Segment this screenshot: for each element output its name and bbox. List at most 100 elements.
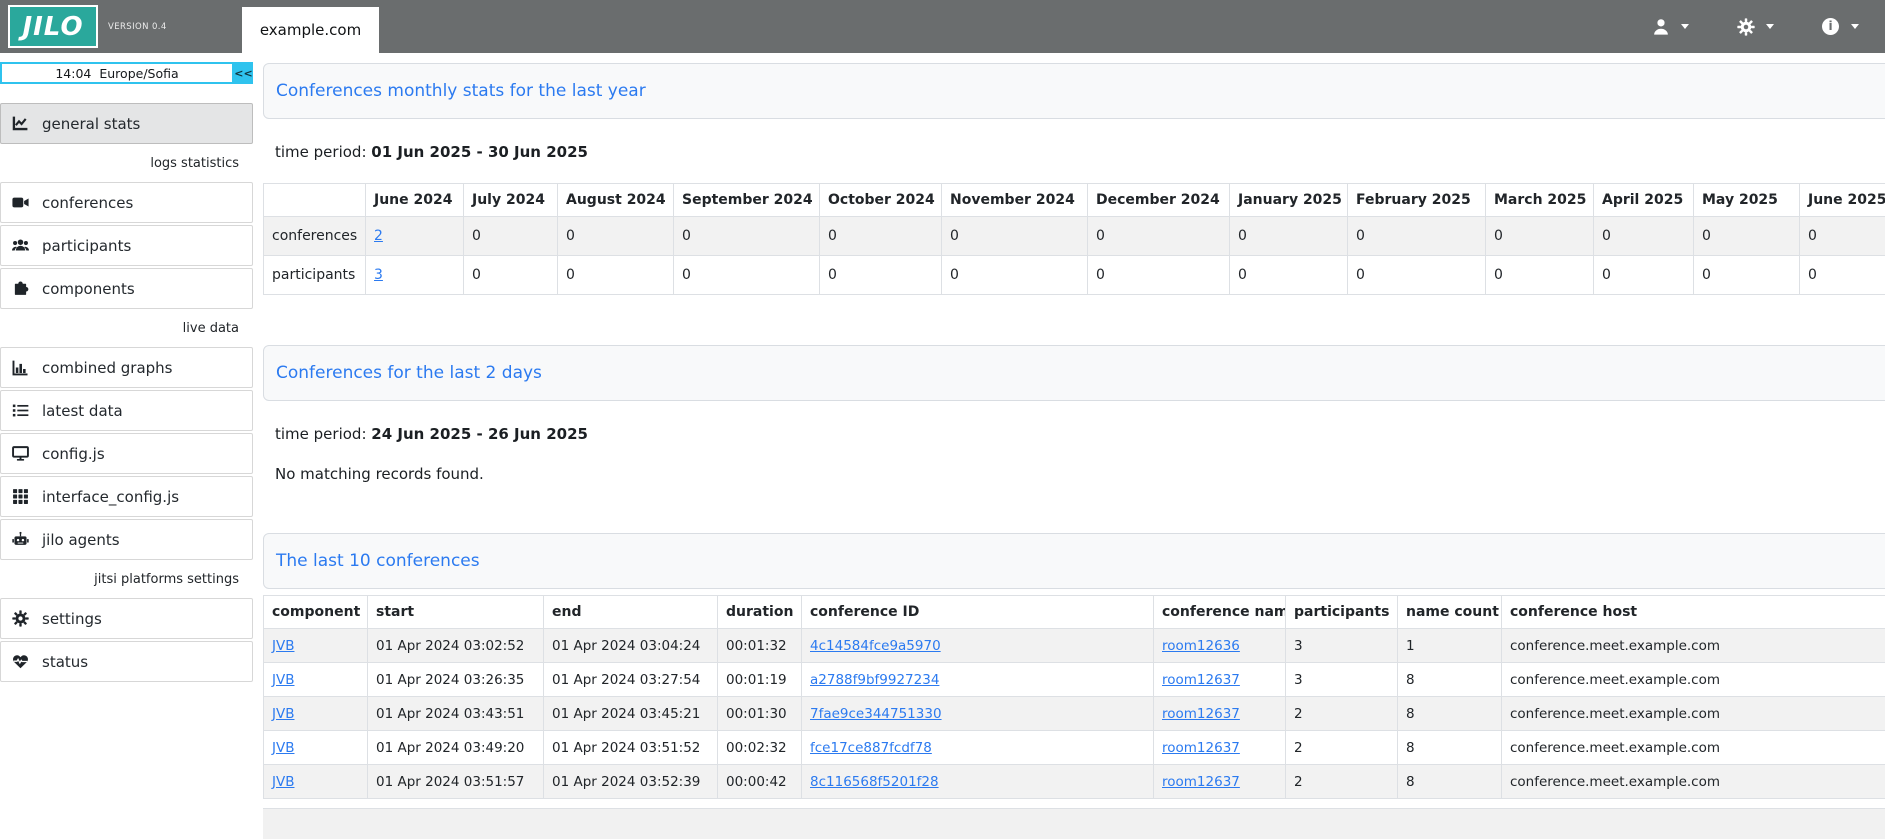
jilo-logo[interactable]: JILO	[8, 5, 98, 48]
platform-tab[interactable]: example.com	[242, 7, 379, 53]
sidebar-item-components[interactable]: components	[0, 268, 253, 309]
panel-monthly-stats-header[interactable]: Conferences monthly stats for the last y…	[263, 63, 1885, 119]
table-cell: 0	[558, 256, 674, 295]
main-content: Conferences monthly stats for the last y…	[253, 53, 1885, 839]
time-period-last-2-days: time period: 24 Jun 2025 - 26 Jun 2025	[275, 425, 1885, 443]
start-cell: 01 Apr 2024 03:26:35	[368, 663, 544, 697]
column-header-december-2024: December 2024	[1088, 184, 1230, 217]
clock-text: 14:04	[55, 66, 91, 81]
conference-name-link[interactable]: room12637	[1162, 706, 1240, 722]
table-cell: 0	[1694, 217, 1800, 256]
conferences-count-link[interactable]: 2	[374, 228, 383, 244]
sidebar-section-live-data: live data	[0, 313, 253, 343]
start-cell: 01 Apr 2024 03:43:51	[368, 697, 544, 731]
end-cell: 01 Apr 2024 03:45:21	[544, 697, 718, 731]
row-label: participants	[264, 256, 366, 295]
user-menu[interactable]	[1652, 18, 1689, 36]
sidebar-item-settings[interactable]: settings	[0, 598, 253, 639]
sidebar-item-participants[interactable]: participants	[0, 225, 253, 266]
column-header-empty	[264, 184, 366, 217]
column-header-end: end	[544, 596, 718, 629]
sidebar: 14:04 Europe/Sofia << general stats logs …	[0, 53, 253, 839]
table-cell: 0	[464, 217, 558, 256]
sidebar-item-label: general stats	[42, 115, 140, 133]
column-header-february-2025: February 2025	[1348, 184, 1486, 217]
table-cell: 0	[674, 217, 820, 256]
name-count-cell: 8	[1398, 731, 1502, 765]
sidebar-item-conferences[interactable]: conferences	[0, 182, 253, 223]
conference-name-cell: room12637	[1154, 697, 1286, 731]
time-display: 14:04 Europe/Sofia	[0, 62, 234, 84]
conference-name-cell: room12637	[1154, 765, 1286, 799]
conference-name-link[interactable]: room12636	[1162, 638, 1240, 654]
name-count-cell: 8	[1398, 697, 1502, 731]
info-menu[interactable]: i	[1822, 18, 1859, 36]
name-count-cell: 8	[1398, 765, 1502, 799]
component-link[interactable]: JVB	[272, 740, 294, 756]
desktop-icon	[12, 445, 29, 462]
component-link[interactable]: JVB	[272, 638, 294, 654]
panel-last-10-header[interactable]: The last 10 conferences	[263, 533, 1885, 589]
table-cell: 2	[366, 217, 464, 256]
column-header-conference-id: conference ID	[802, 596, 1154, 629]
conference-name-link[interactable]: room12637	[1162, 672, 1240, 688]
sidebar-item-label: interface_config.js	[42, 488, 179, 506]
component-link[interactable]: JVB	[272, 774, 294, 790]
participants-count-link[interactable]: 3	[374, 267, 383, 283]
conference-id-link[interactable]: a2788f9bf9927234	[810, 672, 939, 688]
conference-name-link[interactable]: room12637	[1162, 740, 1240, 756]
conference-id-link[interactable]: 7fae9ce344751330	[810, 706, 942, 722]
chart-bars-icon	[12, 359, 29, 376]
start-cell: 01 Apr 2024 03:02:52	[368, 629, 544, 663]
sidebar-item-status[interactable]: status	[0, 641, 253, 682]
name-count-cell: 8	[1398, 663, 1502, 697]
video-icon	[12, 194, 29, 211]
component-cell: JVB	[264, 663, 368, 697]
name-count-cell: 1	[1398, 629, 1502, 663]
panel-last-2-days-header[interactable]: Conferences for the last 2 days	[263, 345, 1885, 401]
table-cell: 0	[1486, 217, 1594, 256]
puzzle-icon	[12, 280, 29, 297]
conference-name-cell: room12637	[1154, 731, 1286, 765]
caret-down-icon	[1766, 24, 1774, 29]
component-cell: JVB	[264, 629, 368, 663]
column-header-november-2024: November 2024	[942, 184, 1088, 217]
logo-text: JILO	[22, 12, 83, 42]
version-label: VERSION 0.4	[108, 22, 167, 32]
column-header-participants: participants	[1286, 596, 1398, 629]
table-cell: 3	[366, 256, 464, 295]
conference-id-link[interactable]: 4c14584fce9a5970	[810, 638, 941, 654]
end-cell: 01 Apr 2024 03:51:52	[544, 731, 718, 765]
conference-host-cell: conference.meet.example.com	[1502, 731, 1885, 765]
sidebar-item-label: conferences	[42, 194, 133, 212]
heart-pulse-icon	[12, 653, 29, 670]
sidebar-item-latest-data[interactable]: latest data	[0, 390, 253, 431]
table-cell: 0	[942, 256, 1088, 295]
section-last-10: The last 10 conferences componentstarten…	[263, 533, 1885, 839]
table-row: JVB01 Apr 2024 03:26:3501 Apr 2024 03:27…	[264, 663, 1885, 697]
component-cell: JVB	[264, 697, 368, 731]
column-header-duration: duration	[718, 596, 802, 629]
caret-down-icon	[1681, 24, 1689, 29]
component-link[interactable]: JVB	[272, 672, 294, 688]
conference-id-link[interactable]: 8c116568f5201f28	[810, 774, 939, 790]
sidebar-item-config-js[interactable]: config.js	[0, 433, 253, 474]
conference-host-cell: conference.meet.example.com	[1502, 629, 1885, 663]
sidebar-item-interface-config-js[interactable]: interface_config.js	[0, 476, 253, 517]
sidebar-collapse-button[interactable]: <<	[234, 62, 253, 84]
row-label: conferences	[264, 217, 366, 256]
gear-menu[interactable]	[1737, 18, 1774, 36]
column-header-september-2024: September 2024	[674, 184, 820, 217]
sidebar-item-general-stats[interactable]: general stats	[0, 103, 253, 144]
conference-id-link[interactable]: fce17ce887fcdf78	[810, 740, 932, 756]
sidebar-section-logs-statistics: logs statistics	[0, 148, 253, 178]
conference-id-cell: 4c14584fce9a5970	[802, 629, 1154, 663]
conference-name-link[interactable]: room12637	[1162, 774, 1240, 790]
sidebar-item-jilo-agents[interactable]: jilo agents	[0, 519, 253, 560]
conference-id-cell: 7fae9ce344751330	[802, 697, 1154, 731]
component-cell: JVB	[264, 765, 368, 799]
chart-line-icon	[12, 115, 29, 132]
table-cell: 0	[674, 256, 820, 295]
component-link[interactable]: JVB	[272, 706, 294, 722]
sidebar-item-combined-graphs[interactable]: combined graphs	[0, 347, 253, 388]
